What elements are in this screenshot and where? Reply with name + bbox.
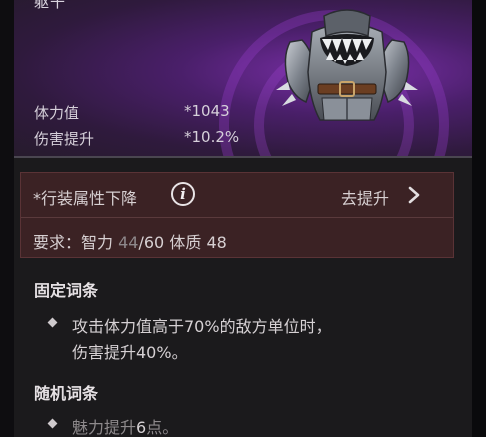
bullet-diamond-icon — [47, 418, 58, 429]
random-affix-prefix: 魅力提升 — [72, 418, 137, 437]
right-edge-strip — [472, 0, 486, 437]
fixed-affix-line-1: 攻击体力值高于70%的敌方单位时， — [72, 317, 332, 336]
random-affix-number: 6 — [136, 418, 147, 437]
random-affix-suffix: 点。 — [146, 418, 179, 437]
attr-intelligence-name: 智力 — [81, 233, 114, 252]
requirement-warning-panel: *行装属性下降 i 去提升 要求：智力 44/60 体质 48 — [20, 172, 454, 258]
attr-intelligence-required: /60 — [138, 233, 165, 252]
attr-constitution-name: 体质 — [169, 233, 202, 252]
bullet-diamond-icon — [47, 317, 58, 328]
item-header: 躯干 体力值 *1043 伤害提升 *10.2% — [14, 0, 472, 158]
item-tooltip-card: 躯干 体力值 *1043 伤害提升 *10.2% *行装属性下降 i 去提升 要… — [14, 0, 472, 437]
info-icon[interactable]: i — [171, 182, 195, 206]
requirement-row: 要求：智力 44/60 体质 48 — [33, 229, 227, 253]
warning-divider — [21, 217, 453, 218]
fixed-affix-line-2: 伤害提升40%。 — [72, 343, 188, 362]
stat-label: 伤害提升 — [34, 130, 95, 148]
header-divider — [14, 156, 472, 158]
stat-value: *10.2% — [184, 128, 240, 146]
requirement-prefix: 要求： — [33, 233, 82, 252]
improve-button[interactable]: 去提升 — [341, 185, 389, 209]
chevron-right-icon[interactable] — [405, 186, 423, 204]
stat-label: 体力值 — [34, 104, 80, 122]
fixed-affixes-title: 固定词条 — [34, 281, 99, 300]
warning-title: *行装属性下降 — [33, 189, 138, 208]
item-type-label: 躯干 — [34, 0, 67, 11]
armor-chest-icon — [276, 9, 418, 121]
random-affix-line: 魅力提升6点。 — [72, 414, 178, 437]
attr-constitution-current: 48 — [206, 233, 227, 252]
stat-value: *1043 — [184, 102, 230, 120]
attr-intelligence-current: 44 — [118, 233, 139, 252]
random-affixes-title: 随机词条 — [34, 384, 99, 403]
